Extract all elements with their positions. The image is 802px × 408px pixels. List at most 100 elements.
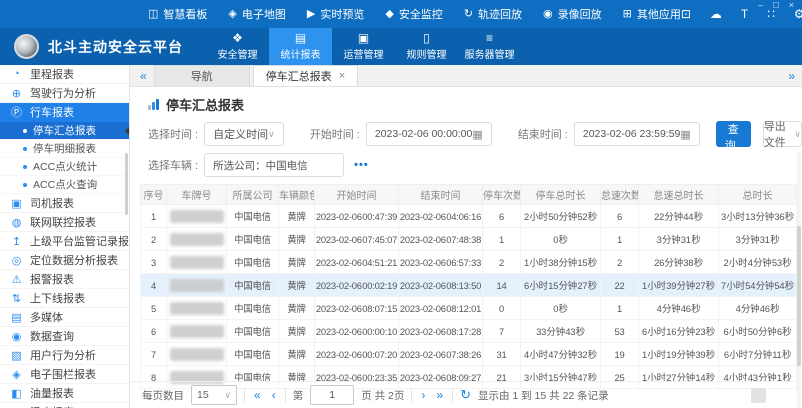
- last-page-button[interactable]: »: [434, 388, 445, 402]
- cell-color: 黄牌: [279, 228, 315, 251]
- topbar-app-electronic-map[interactable]: ◈电子地图: [228, 6, 285, 22]
- cell-plate: [167, 320, 227, 343]
- bullet-dot-icon: [23, 147, 27, 151]
- cell-idles: 6: [601, 205, 639, 228]
- monitor-icon[interactable]: ⊡: [681, 8, 691, 20]
- topbar-app-other-apps[interactable]: ⊞其他应用: [623, 6, 681, 22]
- query-button[interactable]: 查 询: [716, 121, 751, 147]
- first-page-button[interactable]: «: [252, 388, 263, 402]
- sidebar-item-temperature[interactable]: ♨温度报表: [0, 403, 129, 408]
- nav-item-safety-mgmt[interactable]: ❖安全管理: [206, 28, 269, 65]
- minimize-icon[interactable]: –: [758, 0, 763, 10]
- vehicle-select-input[interactable]: 所选公司：中国电信: [204, 153, 344, 177]
- topbar-app-live-preview[interactable]: ▶实时预览: [307, 6, 364, 22]
- close-icon[interactable]: ×: [339, 70, 345, 82]
- topbar-app-track-playback[interactable]: ↻轨迹回放: [464, 6, 522, 22]
- topbar-app-safety-monitor[interactable]: ◆安全监控: [385, 6, 442, 22]
- shirt-icon[interactable]: T: [741, 8, 748, 20]
- scrollbar-thumb[interactable]: [797, 226, 801, 366]
- server-mgmt-icon: ≡: [486, 32, 493, 44]
- sidebar-item-fuel[interactable]: ◧油量报表: [0, 384, 129, 403]
- start-time-input[interactable]: 2023-02-06 00:00:00 ▦: [366, 122, 492, 146]
- cell-idle_dur: 6 小时 16 分钟 23 秒: [639, 320, 719, 343]
- sidebar-subitem-label: ACC点火查询: [33, 177, 97, 192]
- brand-title: 北斗主动安全云平台: [48, 37, 183, 57]
- records-summary: 显示由 1 到 15 共 22 条记录: [478, 388, 609, 403]
- sidebar-scrollbar-thumb[interactable]: [125, 153, 128, 215]
- sidebar-item-label: 里程报表: [30, 66, 74, 82]
- vehicle-select-value: 所选公司：中国电信: [213, 158, 308, 173]
- restore-icon[interactable]: □: [773, 0, 778, 10]
- cloud-icon[interactable]: ☁: [710, 8, 722, 20]
- sidebar-subitem[interactable]: 停车明细报表: [0, 140, 129, 158]
- cell-company: 中国电信: [227, 251, 279, 274]
- location-analysis-icon: ◎: [10, 254, 23, 267]
- sidebar-item-multimedia[interactable]: ▤多媒体: [0, 308, 129, 327]
- sidebar-item-online-offline[interactable]: ⇅上下线报表: [0, 289, 129, 308]
- divider: [244, 388, 245, 402]
- end-time-label: 结束时间 :: [518, 126, 568, 142]
- sidebar-item-geofence[interactable]: ◈电子围栏报表: [0, 365, 129, 384]
- sidebar-subitem[interactable]: ACC点火统计: [0, 158, 129, 176]
- tab-navigation[interactable]: 导航: [154, 65, 250, 86]
- prev-page-button[interactable]: ‹: [270, 388, 278, 402]
- end-time-input[interactable]: 2023-02-06 23:59:59 ▦: [574, 122, 700, 146]
- close-icon[interactable]: ×: [789, 0, 794, 10]
- sidebar-item-data-query[interactable]: ◉数据查询: [0, 327, 129, 346]
- sidebar-item-alarm[interactable]: ⚠报警报表: [0, 270, 129, 289]
- cell-start: 2023-02-06 00:07:20: [315, 343, 399, 366]
- table-row[interactable]: 3中国电信黄牌2023-02-06 04:51:212023-02-06 06:…: [141, 251, 797, 274]
- sidebar-item-network[interactable]: ◍联网联控报表: [0, 213, 129, 232]
- sidebar-item-trip-report[interactable]: Ⓟ行车报表: [0, 103, 129, 122]
- tabs-overflow-button[interactable]: »: [781, 69, 802, 86]
- scroll-corner-button[interactable]: [751, 388, 766, 403]
- table-row[interactable]: 7中国电信黄牌2023-02-06 00:07:202023-02-06 07:…: [141, 343, 797, 366]
- table-row[interactable]: 4中国电信黄牌2023-02-06 00:02:192023-02-06 08:…: [141, 274, 797, 297]
- cell-stops: 7: [483, 320, 521, 343]
- sidebar-item-platform-log[interactable]: ↥上级平台监管记录报表: [0, 232, 129, 251]
- column-header-8: 怠速次数: [601, 185, 639, 205]
- nav-item-rules[interactable]: ▯规则管理: [395, 28, 458, 65]
- sidebar-item-mileage[interactable]: ◔里程报表: [0, 65, 129, 84]
- platform-log-icon: ↥: [10, 235, 23, 248]
- vertical-scrollbar[interactable]: [797, 151, 801, 408]
- tab-parking-summary-report[interactable]: 停车汇总报表 ×: [253, 65, 358, 86]
- sidebar-item-driving-behavior[interactable]: ⊕驾驶行为分析: [0, 84, 129, 103]
- gear-icon[interactable]: ⚙: [794, 8, 802, 20]
- safety-monitor-icon: ◆: [385, 9, 393, 20]
- nav-item-operations[interactable]: ▣运营管理: [332, 28, 395, 65]
- nav-item-server-mgmt[interactable]: ≡服务器管理: [458, 28, 521, 65]
- page-prefix-label: 第: [293, 388, 304, 403]
- refresh-icon[interactable]: ↻: [460, 387, 471, 403]
- table-row[interactable]: 6中国电信黄牌2023-02-06 00:00:102023-02-06 08:…: [141, 320, 797, 343]
- sidebar-item-location-analysis[interactable]: ◎定位数据分析报表: [0, 251, 129, 270]
- sidebar-collapse-button[interactable]: «: [133, 69, 154, 86]
- sidebar-subitem[interactable]: ACC点火查询: [0, 176, 129, 194]
- table-row[interactable]: 2中国电信黄牌2023-02-06 07:45:072023-02-06 07:…: [141, 228, 797, 251]
- topbar-app-video-playback[interactable]: ◉录像回放: [543, 6, 602, 22]
- nav-item-stats-report[interactable]: ▤统计报表: [269, 28, 332, 65]
- chevron-down-icon: ∨: [268, 129, 275, 140]
- calendar-icon[interactable]: ▦: [472, 128, 482, 141]
- sidebar-item-driver[interactable]: ▣司机报表: [0, 194, 129, 213]
- calendar-icon[interactable]: ▦: [680, 128, 690, 141]
- topbar-app-smart-dashboard[interactable]: ◫智慧看板: [148, 6, 207, 22]
- per-page-select[interactable]: 15 ∨: [191, 385, 237, 405]
- next-page-button[interactable]: ›: [419, 388, 427, 402]
- column-header-10: 总时长: [719, 185, 797, 205]
- vehicle-more-button[interactable]: •••: [354, 159, 369, 171]
- other-apps-icon: ⊞: [623, 9, 632, 20]
- cell-stops: 6: [483, 205, 521, 228]
- safety-mgmt-icon: ❖: [232, 32, 243, 44]
- topbar: ◫智慧看板◈电子地图▶实时预览◆安全监控↻轨迹回放◉录像回放⊞其他应用 ⊡☁T∷…: [0, 0, 802, 28]
- page-title: 停车汇总报表: [130, 87, 802, 119]
- sidebar-item-user-behavior[interactable]: ▧用户行为分析: [0, 346, 129, 365]
- table-row[interactable]: 1中国电信黄牌2023-02-06 00:47:392023-02-06 04:…: [141, 205, 797, 228]
- trip-report-icon: Ⓟ: [10, 104, 23, 120]
- sidebar-subitem[interactable]: 停车汇总报表: [0, 122, 129, 140]
- cell-color: 黄牌: [279, 297, 315, 320]
- page-number-input[interactable]: [310, 385, 354, 405]
- time-range-select[interactable]: 自定义时间 ∨: [204, 122, 284, 146]
- export-file-button[interactable]: 导出文件 ∨: [763, 121, 802, 147]
- table-row[interactable]: 5中国电信黄牌2023-02-06 08:07:152023-02-06 08:…: [141, 297, 797, 320]
